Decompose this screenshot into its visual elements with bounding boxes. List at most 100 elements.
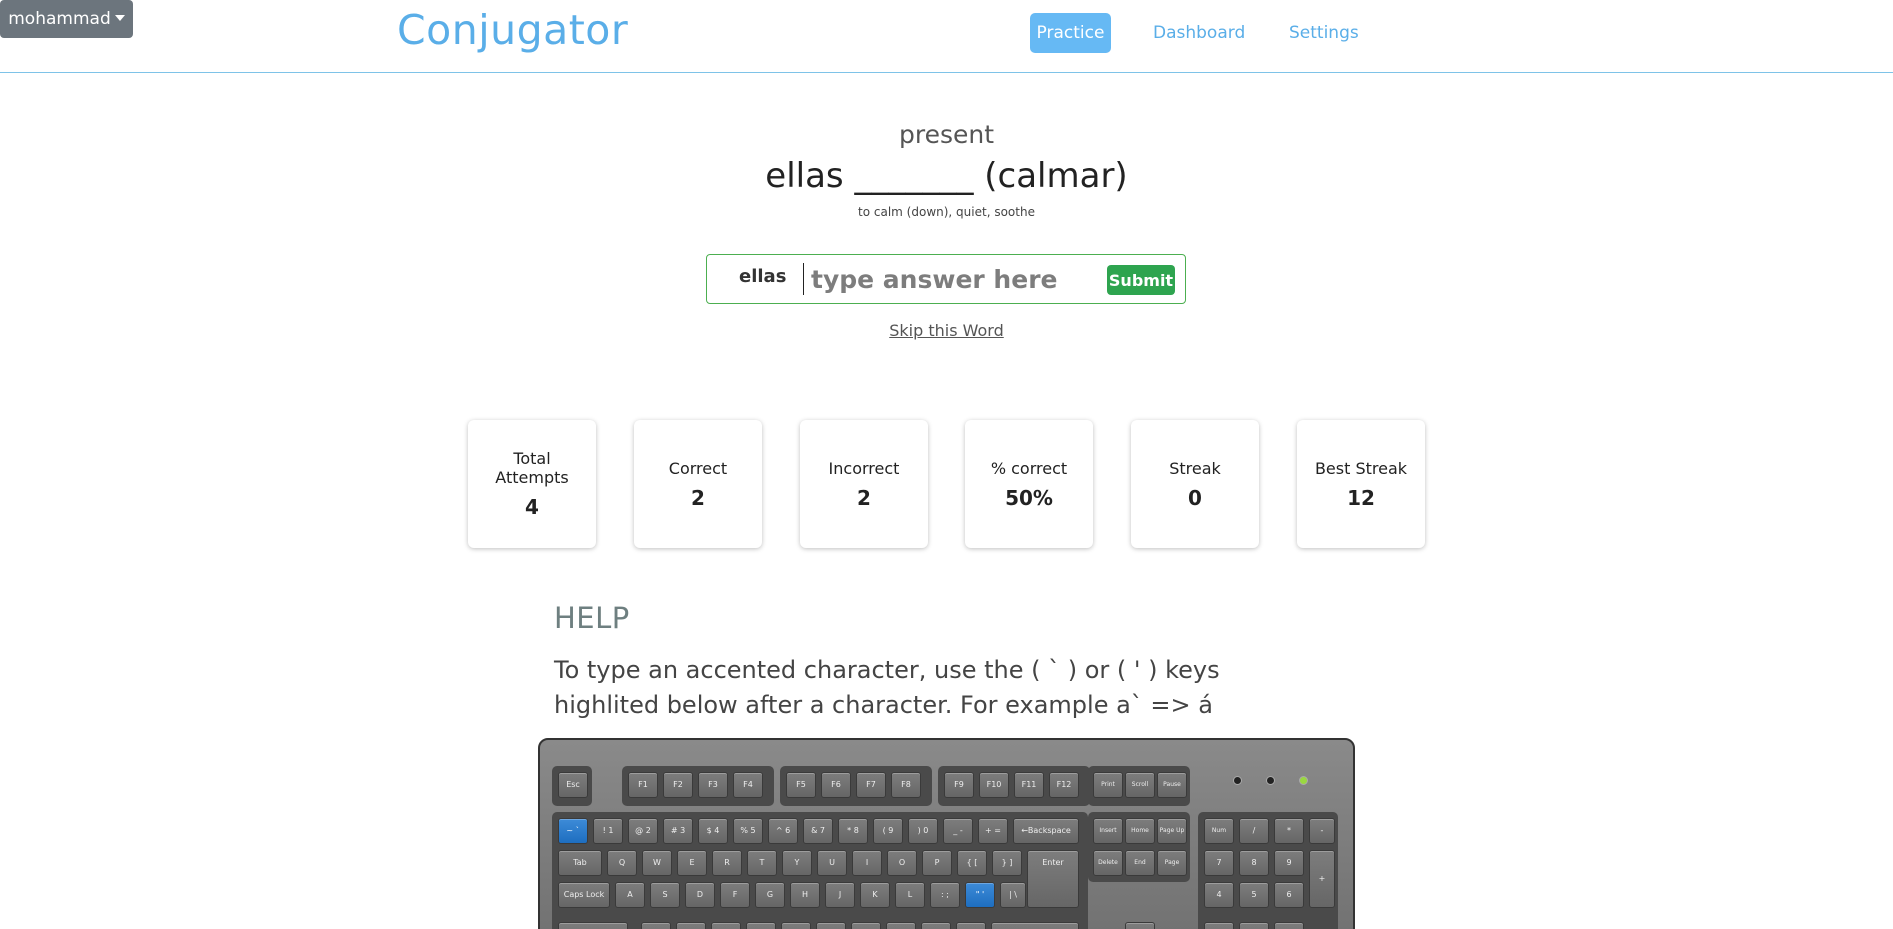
keyboard-key: @ 2 [628, 818, 658, 844]
keyboard-key: J [825, 882, 855, 908]
keyboard-key-apostrophe: " ' [965, 882, 995, 908]
keyboard-key: G [755, 882, 785, 908]
nav-practice[interactable]: Practice [1030, 13, 1111, 53]
keyboard-key: - [1309, 818, 1335, 844]
stat-card-percent-correct: % correct 50% [965, 420, 1093, 548]
keyboard-key: F6 [821, 772, 851, 798]
keyboard-key: Enter [1027, 850, 1079, 908]
keyboard-key: Print [1093, 772, 1123, 798]
keyboard-key: F7 [856, 772, 886, 798]
keyboard-key [991, 922, 1079, 929]
stat-label: Incorrect [828, 458, 900, 478]
keyboard-key: ) 0 [908, 818, 938, 844]
keyboard-key [1239, 922, 1269, 929]
stat-value: 0 [1188, 485, 1202, 510]
keyboard-key: 8 [1239, 850, 1269, 876]
answer-input[interactable] [803, 263, 1093, 295]
stat-card-correct: Correct 2 [634, 420, 762, 548]
keyboard-key: Home [1125, 818, 1155, 844]
keyboard-key: $ 4 [698, 818, 728, 844]
keyboard-key: ! 1 [593, 818, 623, 844]
keyboard-key: F12 [1049, 772, 1079, 798]
keyboard-key: F10 [979, 772, 1009, 798]
keyboard-key: F1 [628, 772, 658, 798]
help-title: HELP [554, 601, 630, 635]
keyboard-key: 7 [1204, 850, 1234, 876]
keyboard-key: F [720, 882, 750, 908]
stat-value: 2 [691, 485, 705, 510]
keyboard-key: Pause [1157, 772, 1187, 798]
user-menu-button[interactable]: mohammad [0, 0, 133, 38]
keyboard-key: A [615, 882, 645, 908]
indicator-led [1299, 776, 1308, 785]
stat-card-incorrect: Incorrect 2 [800, 420, 928, 548]
tense-label: present [898, 120, 995, 149]
keyboard-key: _ - [943, 818, 973, 844]
keyboard-key: F2 [663, 772, 693, 798]
stat-value: 4 [525, 495, 539, 519]
keyboard-key: O [887, 850, 917, 876]
keyboard-key: Tab [558, 850, 602, 876]
keyboard-key: W [642, 850, 672, 876]
keyboard-key: R [712, 850, 742, 876]
brand-logo[interactable]: Conjugator [397, 6, 628, 54]
stat-card-streak: Streak 0 [1131, 420, 1259, 548]
keyboard-key: F9 [944, 772, 974, 798]
caret-down-icon [114, 15, 125, 21]
stat-value: 12 [1347, 485, 1375, 510]
indicator-led [1266, 776, 1275, 785]
stat-label: Total Attempts [495, 449, 569, 487]
keyboard-key: | \ [1000, 882, 1026, 908]
keyboard-key: Num Lock [1204, 818, 1234, 844]
keyboard-key [886, 922, 916, 929]
keyboard-key: Q [607, 850, 637, 876]
keyboard-key: Caps Lock [558, 882, 610, 908]
keyboard-key [676, 922, 706, 929]
keyboard-key: & 7 [803, 818, 833, 844]
keyboard-key: # 3 [663, 818, 693, 844]
skip-word-container: Skip this Word [0, 321, 1893, 340]
stat-card-total-attempts: Total Attempts 4 [468, 420, 596, 548]
keyboard-key: 6 [1274, 882, 1304, 908]
nav-dashboard[interactable]: Dashboard [1142, 13, 1256, 53]
user-name: mohammad [8, 9, 111, 29]
keyboard-key: * [1274, 818, 1304, 844]
keyboard-key: / [1239, 818, 1269, 844]
keyboard-key: L [895, 882, 925, 908]
nav-settings[interactable]: Settings [1278, 13, 1370, 53]
skip-word-link[interactable]: Skip this Word [889, 321, 1004, 340]
keyboard-key: F8 [891, 772, 921, 798]
keyboard-key: F11 [1014, 772, 1044, 798]
keyboard-key: * 8 [838, 818, 868, 844]
keyboard-key: Y [782, 850, 812, 876]
navbar: Conjugator Practice Dashboard Settings m… [0, 0, 1893, 73]
keyboard-key: H [790, 882, 820, 908]
keyboard-key: ( 9 [873, 818, 903, 844]
stat-label: Correct [668, 458, 728, 478]
keyboard-key: F3 [698, 772, 728, 798]
keyboard-key [956, 922, 986, 929]
keyboard-key: D [685, 882, 715, 908]
keyboard-key: K [860, 882, 890, 908]
keyboard-key [816, 922, 846, 929]
keyboard-key [558, 922, 628, 929]
keyboard-key: P [922, 850, 952, 876]
keyboard-key: } ] [992, 850, 1022, 876]
answer-form: ellas Submit [706, 254, 1186, 304]
verb-meaning: to calm (down), quiet, soothe [858, 205, 1035, 219]
keyboard-key [711, 922, 741, 929]
keyboard-key: Page Up [1157, 818, 1187, 844]
keyboard-key [746, 922, 776, 929]
keyboard-key: ^ 6 [768, 818, 798, 844]
keyboard-key [1125, 922, 1155, 929]
keyboard-key: S [650, 882, 680, 908]
keyboard-key [641, 922, 671, 929]
keyboard-key [781, 922, 811, 929]
keyboard-key: 5 [1239, 882, 1269, 908]
keyboard-key: I [852, 850, 882, 876]
keyboard-key: Scroll [1125, 772, 1155, 798]
keyboard-key: F4 [733, 772, 763, 798]
submit-button[interactable]: Submit [1107, 265, 1175, 295]
keyboard-key: T [747, 850, 777, 876]
help-text: To type an accented character, use the (… [554, 656, 1220, 719]
